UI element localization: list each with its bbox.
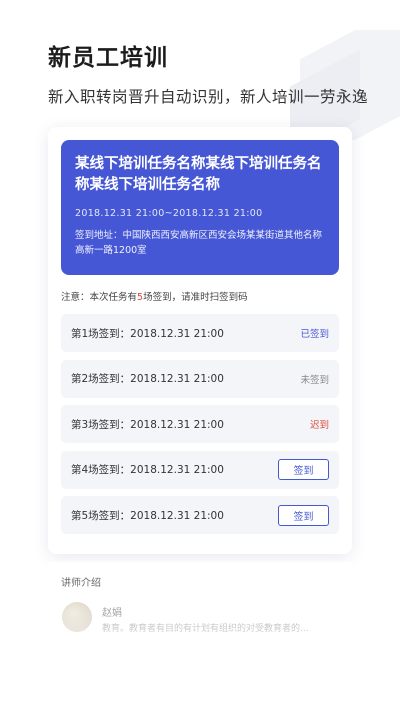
session-row: 第5场签到：2018.12.31 21:00 签到	[61, 496, 339, 534]
session-label: 第2场签到：2018.12.31 21:00	[71, 373, 224, 385]
session-label: 第1场签到：2018.12.31 21:00	[71, 327, 224, 340]
task-address: 签到地址：中国陕西西安高新区西安会场某某街道其他名称高新一路1200室	[75, 230, 323, 256]
session-row: 第3场签到：2018.12.31 21:00 迟到	[61, 405, 339, 443]
task-banner: 某线下培训任务名称某线下培训任务名称某线下培训任务名称 2018.12.31 2…	[61, 140, 339, 275]
status-late: 迟到	[309, 420, 329, 431]
status-signed: 已签到	[300, 329, 329, 340]
lecturer-name: 赵娟	[102, 608, 122, 619]
page-title: 新员工培训	[48, 45, 168, 71]
status-unsigned: 未签到	[300, 374, 329, 386]
task-name: 某线下培训任务名称某线下培训任务名称某线下培训任务名称	[75, 156, 322, 193]
sign-in-button[interactable]: 签到	[278, 459, 329, 480]
sign-in-button[interactable]: 签到	[278, 504, 329, 526]
session-row: 第4场签到：2018.12.31 21:00 签到	[61, 450, 339, 489]
notice-prefix: 注意：本次任务有	[61, 292, 138, 303]
lecturer-section: 讲师介绍 赵娟 教育。教育者有目的有计划有组织的对受教育者的...	[48, 562, 352, 662]
session-row: 第2场签到：2018.12.31 21:00 未签到	[61, 359, 339, 398]
page-header: 新员工培训 新入职转岗晋升自动识别，新人培训一劳永逸	[48, 38, 368, 107]
avatar	[62, 602, 92, 632]
session-label: 第3场签到：2018.12.31 21:00	[71, 418, 224, 431]
session-label: 第5场签到：2018.12.31 21:00	[71, 509, 224, 522]
session-row: 第1场签到：2018.12.31 21:00 已签到	[61, 314, 339, 352]
sign-in-notice: 注意：本次任务有5场签到，请准时扫签到码	[61, 289, 248, 303]
session-list: 第1场签到：2018.12.31 21:00 已签到 第2场签到：2018.12…	[61, 314, 339, 542]
lecturer-description: 教育。教育者有目的有计划有组织的对受教育者的...	[102, 624, 309, 634]
lecturer-section-title: 讲师介绍	[61, 578, 101, 589]
training-card: 某线下培训任务名称某线下培训任务名称某线下培训任务名称 2018.12.31 2…	[48, 127, 352, 554]
task-time: 2018.12.31 21:00~2018.12.31 21:00	[75, 208, 263, 219]
page-subtitle: 新入职转岗晋升自动识别，新人培训一劳永逸	[48, 88, 369, 106]
session-label: 第4场签到：2018.12.31 21:00	[71, 464, 224, 476]
notice-suffix: 场签到，请准时扫签到码	[143, 292, 248, 303]
